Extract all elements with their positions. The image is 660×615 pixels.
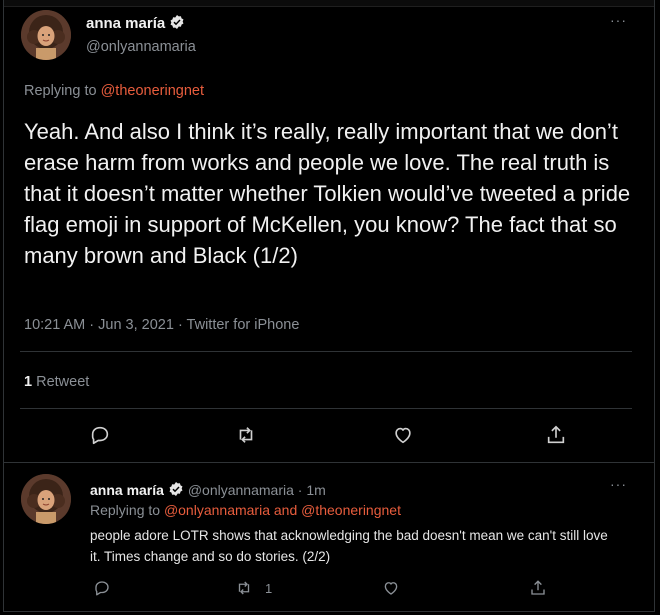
replying-to: Replying to @theoneringnet	[24, 83, 204, 99]
heart-icon	[395, 427, 411, 444]
top-edge	[4, 0, 654, 7]
reply-more-options-icon[interactable]: ···	[610, 476, 627, 492]
tweet-text: Yeah. And also I think it’s really, real…	[24, 119, 631, 268]
like-button[interactable]	[392, 424, 414, 446]
reply-author-name[interactable]: anna maría	[90, 482, 164, 498]
retweet-icon	[239, 427, 253, 443]
divider	[4, 462, 654, 463]
reply-reply-button[interactable]	[93, 579, 111, 597]
reply-author-handle[interactable]: @onlyannamaria	[188, 482, 294, 498]
reply-replying-prefix: Replying to	[90, 502, 161, 518]
tweet-timestamp[interactable]: 10:21 AM · Jun 3, 2021 · Twitter for iPh…	[24, 317, 299, 333]
retweet-stats[interactable]: 1 Retweet	[24, 374, 89, 390]
verified-icon	[169, 14, 185, 30]
verified-icon	[168, 481, 184, 497]
reply-replying-to-link[interactable]: @onlyannamaria and @theoneringnet	[164, 502, 401, 518]
avatar-illustration	[21, 10, 71, 60]
retweet-button[interactable]	[235, 424, 257, 446]
retweet-label: Retweet	[36, 374, 90, 390]
reply-tweet-text: people adore LOTR shows that acknowledgi…	[90, 528, 608, 564]
replying-prefix: Replying to	[24, 83, 97, 99]
reply-button[interactable]	[89, 424, 111, 446]
avatar[interactable]	[21, 10, 71, 60]
author-name[interactable]: anna maría	[86, 14, 185, 32]
avatar-illustration	[21, 474, 71, 524]
author-name-text[interactable]: anna maría	[86, 15, 165, 32]
reply-share-button[interactable]	[529, 579, 547, 597]
reply-header: anna maría @onlyannamaria · 1m	[90, 481, 326, 498]
replying-to-link[interactable]: @theoneringnet	[101, 83, 204, 99]
heart-icon	[384, 582, 398, 595]
reply-icon	[91, 426, 109, 445]
author-handle[interactable]: @onlyannamaria	[86, 39, 196, 55]
retweet-icon	[238, 581, 250, 595]
retweet-count: 1	[24, 374, 33, 390]
tweet-thread: anna maría @onlyannamaria ··· Replying t…	[3, 0, 655, 612]
reply-replying-to: Replying to @onlyannamaria and @theoneri…	[90, 502, 401, 518]
reply-like-button[interactable]	[382, 579, 400, 597]
divider	[20, 408, 632, 409]
more-options-icon[interactable]: ···	[610, 12, 627, 28]
reply-time[interactable]: · 1m	[298, 482, 326, 498]
share-icon	[547, 425, 565, 444]
divider	[20, 351, 632, 352]
reply-avatar[interactable]	[21, 474, 71, 524]
reply-icon	[95, 581, 109, 596]
share-button[interactable]	[545, 424, 567, 446]
share-icon	[531, 580, 545, 595]
reply-retweet-count: 1	[265, 581, 273, 596]
reply-retweet-button[interactable]	[235, 579, 253, 597]
